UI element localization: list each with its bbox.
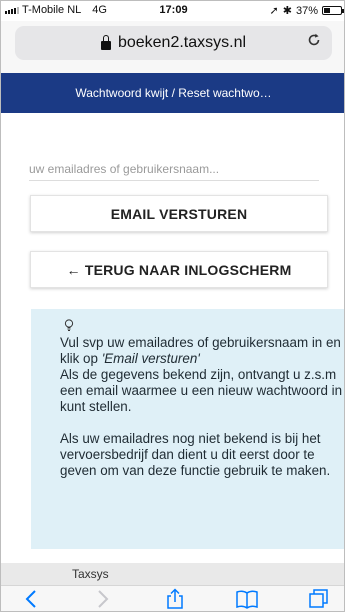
- info-paragraph-2: Als uw emailadres nog niet bekend is bij…: [60, 431, 331, 478]
- footer-text: Taxsys: [72, 567, 109, 581]
- browser-toolbar: [1, 585, 344, 611]
- send-email-button[interactable]: EMAIL VERSTUREN: [30, 195, 328, 232]
- address-bar[interactable]: boeken2.taxsys.nl: [15, 26, 332, 60]
- back-to-login-button[interactable]: ← TERUG NAAR INLOGSCHERM: [30, 251, 328, 288]
- lock-icon: [100, 34, 111, 50]
- page-title: Wachtwoord kwijt / Reset wachtwo…: [1, 73, 344, 113]
- page-footer: Taxsys: [1, 563, 344, 585]
- battery-icon: [322, 6, 344, 15]
- browser-url-area: boeken2.taxsys.nl: [1, 21, 344, 73]
- forward-icon[interactable]: [91, 588, 115, 610]
- location-icon: ➚: [269, 5, 279, 17]
- reload-icon[interactable]: [306, 32, 322, 53]
- status-right: ➚ ✱ 37%: [269, 4, 344, 17]
- battery-percent: 37%: [295, 4, 318, 17]
- phone-screen: T-Mobile NL 4G 17:09 ➚ ✱ 37% boeken2.tax…: [0, 0, 345, 612]
- bluetooth-icon: ✱: [282, 5, 292, 17]
- info-p1-end: Als de gegevens bekend zijn, ontvangt u …: [60, 367, 343, 414]
- lightbulb-icon: [64, 319, 74, 331]
- address-text: boeken2.taxsys.nl: [117, 34, 247, 51]
- share-icon[interactable]: [163, 588, 187, 610]
- bookmarks-icon[interactable]: [235, 588, 259, 610]
- info-box: Vul svp uw emailadres of gebruikersnaam …: [31, 309, 344, 549]
- back-icon[interactable]: [19, 588, 43, 610]
- status-bar: T-Mobile NL 4G 17:09 ➚ ✱ 37%: [1, 1, 344, 21]
- battery-level: [324, 8, 330, 13]
- tabs-icon[interactable]: [307, 588, 331, 610]
- info-p1-quote: 'Email versturen': [101, 351, 200, 366]
- info-text: Vul svp uw emailadres of gebruikersnaam …: [60, 335, 344, 479]
- info-paragraph-1: Vul svp uw emailadres of gebruikersnaam …: [60, 335, 344, 415]
- email-field[interactable]: [29, 157, 319, 181]
